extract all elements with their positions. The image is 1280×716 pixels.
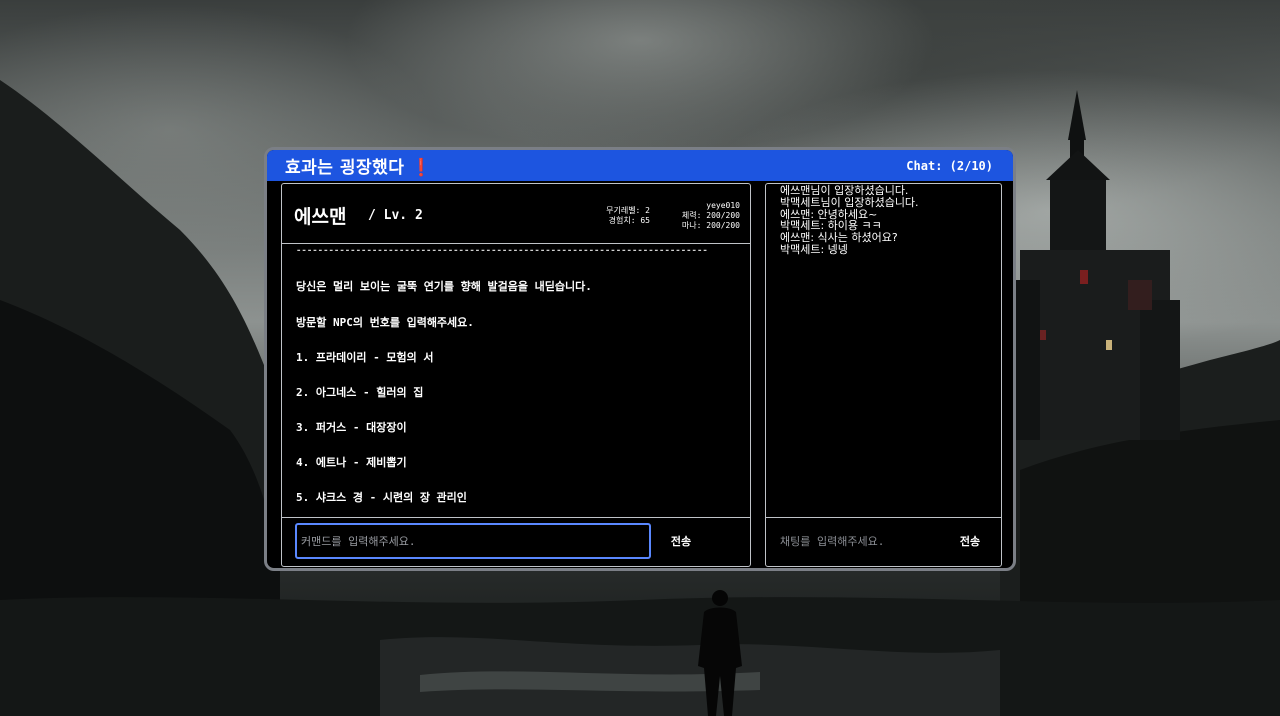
weapon-level: 무기레벨: 2 — [606, 206, 650, 215]
npc-option: 3. 퍼거스 - 대장장이 — [296, 421, 407, 434]
command-input[interactable] — [295, 523, 651, 559]
traveler-silhouette — [698, 590, 742, 716]
game-panel: 에쓰맨 / Lv. 2 무기레벨: 2 경험치: 65 yeye010 체력: … — [281, 183, 751, 567]
user-id: yeye010 — [706, 201, 740, 210]
character-progress-stats: 무기레벨: 2 경험치: 65 — [594, 206, 650, 226]
character-level: / Lv. 2 — [368, 208, 423, 223]
window-title: 효과는 굉장했다 ❗ — [285, 158, 433, 178]
game-message-log: ----------------------------------------… — [282, 245, 750, 517]
chat-message: 박맥세트: 넹넹 — [780, 242, 848, 256]
game-window: 효과는 굉장했다 ❗ Chat: (2/10) 에쓰맨 / Lv. 2 무기레벨… — [264, 147, 1016, 571]
chat-input-bar: 전송 — [766, 517, 1001, 566]
character-vital-stats: yeye010 체력: 200/200 마나: 200/200 — [670, 201, 740, 231]
castle-silhouette — [1010, 90, 1180, 440]
chat-message: 박맥세트님이 입장하셨습니다. — [780, 195, 919, 209]
prompt-message: 방문할 NPC의 번호를 입력해주세요. — [296, 316, 474, 329]
chat-send-button[interactable]: 전송 — [946, 527, 994, 555]
chat-panel: 에쓰맨님이 입장하셨습니다. 박맥세트님이 입장하셨습니다. 에쓰맨: 안녕하세… — [765, 183, 1002, 567]
npc-option: 4. 에트나 - 제비뽑기 — [296, 456, 407, 469]
chat-input[interactable] — [776, 526, 936, 556]
character-name: 에쓰맨 — [294, 206, 347, 228]
narration-message: 당신은 멀리 보이는 굴뚝 연기를 향해 발걸음을 내딛습니다. — [296, 280, 592, 293]
command-send-button[interactable]: 전송 — [657, 527, 705, 555]
npc-option: 1. 프라데이리 - 모험의 서 — [296, 351, 434, 364]
npc-option: 5. 샤크스 경 - 시련의 장 관리인 — [296, 491, 467, 504]
health-stat: 체력: 200/200 — [681, 211, 740, 220]
chat-user-count: Chat: (2/10) — [906, 158, 993, 173]
chat-log: 에쓰맨님이 입장하셨습니다. 박맥세트님이 입장하셨습니다. 에쓰맨: 안녕하세… — [766, 184, 1001, 517]
npc-option: 2. 아그네스 - 힐러의 집 — [296, 386, 424, 399]
mana-stat: 마나: 200/200 — [681, 221, 740, 230]
character-header: 에쓰맨 / Lv. 2 무기레벨: 2 경험치: 65 yeye010 체력: … — [282, 184, 750, 244]
command-bar: 전송 — [282, 517, 750, 566]
dashed-divider: ----------------------------------------… — [296, 246, 708, 256]
experience: 경험치: 65 — [608, 216, 650, 225]
window-titlebar: 효과는 굉장했다 ❗ Chat: (2/10) — [267, 150, 1013, 181]
